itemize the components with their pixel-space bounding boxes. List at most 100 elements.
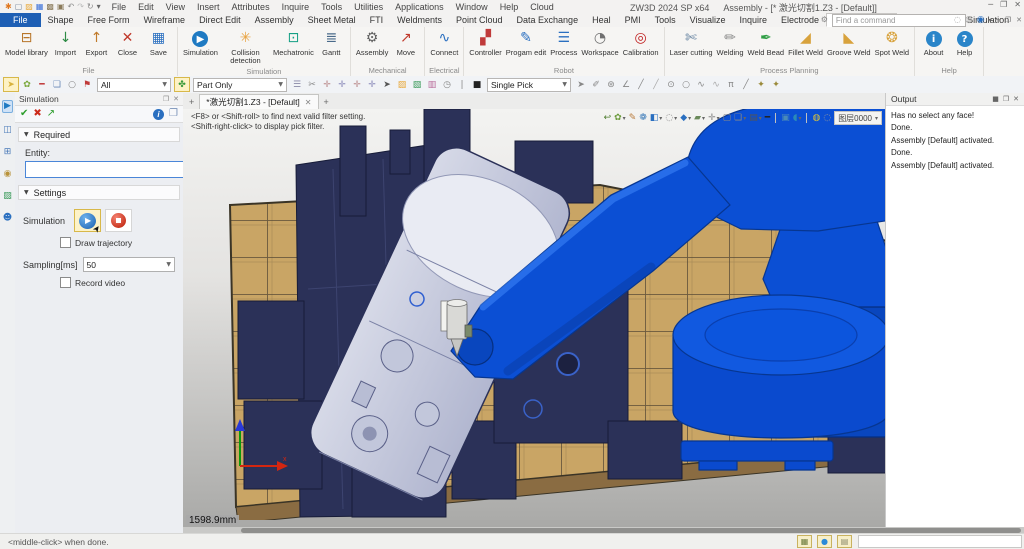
ribbon-tab-inquire[interactable]: Inquire — [732, 13, 774, 27]
new-tab-icon[interactable]: + — [322, 97, 331, 109]
ribbon-tab-heal[interactable]: Heal — [585, 13, 618, 27]
play-simulation-button[interactable]: ▶ ➤ — [74, 209, 101, 232]
ribbon-button-calibration[interactable]: ◎Calibration — [621, 28, 661, 57]
doc-icon[interactable]: ❐ — [169, 109, 178, 119]
ribbon-tab-file[interactable]: File — [0, 13, 41, 27]
ribbon-button-collision-detection[interactable]: ✳Collision detection — [220, 28, 271, 66]
menu-cloud[interactable]: Cloud — [524, 2, 560, 12]
ribbon-tab-pmi[interactable]: PMI — [618, 13, 648, 27]
ribbon-tab-point-cloud[interactable]: Point Cloud — [449, 13, 510, 27]
restore-icon[interactable]: ❐ — [1000, 1, 1007, 9]
menu-view[interactable]: View — [160, 2, 191, 12]
account-blue-icon[interactable]: ◉ — [977, 16, 985, 25]
dock-mechanism-icon[interactable]: ◫ — [3, 126, 12, 135]
leaf-alt-icon[interactable]: ✦ — [769, 78, 783, 91]
ribbon-tab-visualize[interactable]: Visualize — [683, 13, 733, 27]
ribbon-button-fillet-weld[interactable]: ◢Fillet Weld — [786, 28, 825, 57]
float-panel-icon[interactable]: ❐ — [1003, 96, 1009, 103]
brush-icon[interactable]: ✎ — [629, 114, 637, 123]
ribbon-button-weld-bead[interactable]: ✒Weld Bead — [746, 28, 787, 57]
pi-icon[interactable]: π — [724, 78, 738, 91]
wireframe-icon[interactable]: ◌▾ — [665, 114, 677, 123]
bulb-icon[interactable]: ◍ — [812, 114, 820, 123]
menu-applications[interactable]: Applications — [389, 2, 450, 12]
menu-window[interactable]: Window — [450, 2, 494, 12]
dock-user-icon[interactable]: ☻ — [3, 214, 12, 223]
visibility-icon[interactable]: ◖▾ — [793, 114, 802, 123]
panel-status-icon[interactable]: ▤ — [837, 535, 852, 548]
viewport-canvas[interactable]: x <F8> or <Shift-roll> to find next vali… — [183, 109, 886, 527]
required-section-header[interactable]: ▼ Required — [18, 127, 180, 142]
folder-yellow-icon[interactable]: ▨ — [395, 78, 409, 91]
grid-status-icon[interactable]: ▦ — [797, 535, 812, 548]
ribbon-button-mechatronic[interactable]: ⊡Mechatronic — [271, 28, 316, 57]
circle-center-icon[interactable]: ⊙ — [664, 78, 678, 91]
list-icon[interactable]: ☰ — [290, 78, 304, 91]
doc-minimize-icon[interactable]: ─ — [996, 17, 1000, 24]
curve-icon[interactable]: ∿ — [694, 78, 708, 91]
app-logo-icon[interactable]: ✱ — [5, 3, 12, 11]
circle-select-icon[interactable]: ○ — [65, 78, 79, 91]
datum-3-icon[interactable]: ✛ — [350, 78, 364, 91]
remove-icon[interactable]: ━ — [35, 78, 49, 91]
status-input-area[interactable] — [858, 535, 1022, 548]
lasso-icon[interactable]: ✐ — [589, 78, 603, 91]
ribbon-button-spot-weld[interactable]: ❂Spot Weld — [873, 28, 911, 57]
account-gray-icon[interactable]: ◍ — [965, 16, 973, 25]
datum-4-icon[interactable]: ✛ — [365, 78, 379, 91]
sampling-combo[interactable]: 50 ▼ — [83, 257, 175, 272]
ribbon-button-workspace[interactable]: ◔Workspace — [579, 28, 620, 57]
qa-dropdown-caret-icon[interactable]: ▾ — [97, 3, 101, 11]
slash-icon[interactable]: ╱ — [739, 78, 753, 91]
document-tab[interactable]: *激光切割1.Z3 - [Default] ✕ — [199, 94, 318, 109]
circle-icon[interactable]: ○ — [679, 78, 693, 91]
line-icon[interactable]: ╱ — [634, 78, 648, 91]
ribbon-button-welding[interactable]: ✏Welding — [715, 28, 746, 57]
clock-icon[interactable]: ◷ — [440, 78, 454, 91]
refresh-icon[interactable]: ↻ — [87, 3, 94, 11]
ribbon-button-model-library[interactable]: ⊟Model library — [3, 28, 50, 57]
ribbon-button-progam-edit[interactable]: ✎Progam edit — [504, 28, 548, 57]
menu-file[interactable]: File — [106, 2, 133, 12]
ribbon-button-controller[interactable]: ▞Controller — [467, 28, 504, 57]
view-cube-icon[interactable]: ◆▾ — [680, 114, 691, 123]
minus-icon[interactable]: ━ — [765, 114, 770, 123]
ribbon-button-export[interactable]: ↑Export — [81, 28, 112, 57]
redo-icon[interactable]: ↷ — [77, 3, 84, 11]
menu-attributes[interactable]: Attributes — [226, 2, 276, 12]
frame-icon[interactable]: ❏ — [50, 78, 64, 91]
ribbon-tab-tools[interactable]: Tools — [648, 13, 683, 27]
leaf-icon[interactable]: ✦ — [754, 78, 768, 91]
angle-icon[interactable]: ∠ — [619, 78, 633, 91]
open-file-icon[interactable]: ▨ — [25, 3, 33, 11]
ribbon-button-move[interactable]: ↗Move — [390, 28, 421, 57]
record-video-checkbox[interactable] — [60, 277, 71, 288]
draw-trajectory-checkbox[interactable] — [60, 237, 71, 248]
image-icon[interactable]: ▥ — [425, 78, 439, 91]
close-tab-icon[interactable]: ✕ — [305, 98, 312, 107]
dock-camera-icon[interactable]: ◉ — [4, 170, 12, 179]
dock-simulation-icon[interactable]: ▶ — [2, 100, 13, 113]
ribbon-tab-direct-edit[interactable]: Direct Edit — [192, 13, 248, 27]
ribbon-tab-shape[interactable]: Shape — [41, 13, 81, 27]
print-icon[interactable]: ▣ — [57, 3, 65, 11]
menu-utilities[interactable]: Utilities — [348, 2, 389, 12]
output-panel-header[interactable]: Output ■❐✕ — [886, 93, 1024, 106]
ribbon-tab-assembly[interactable]: Assembly — [248, 13, 301, 27]
pin-icon[interactable]: ➤ — [380, 78, 394, 91]
search-icon[interactable]: ◌ — [954, 16, 961, 24]
ribbon-tab-fti[interactable]: FTI — [363, 13, 391, 27]
doc-restore-icon[interactable]: ❐ — [1005, 17, 1011, 24]
stack-icon[interactable]: ▤▾ — [749, 114, 762, 123]
layer-circle-icon[interactable]: ◌ — [823, 114, 831, 123]
ribbon-button-import[interactable]: ↓Import — [50, 28, 81, 57]
snip-icon[interactable]: ✂ — [305, 78, 319, 91]
ribbon-button-connect[interactable]: ∿Connect — [428, 28, 460, 57]
minimize-icon[interactable]: ─ — [988, 1, 993, 9]
filter-plant-icon[interactable]: ✿ — [20, 78, 34, 91]
float-view-icon[interactable]: ▢ — [723, 114, 732, 123]
layout-icon[interactable]: ❏▾ — [734, 114, 746, 123]
menu-tools[interactable]: Tools — [315, 2, 348, 12]
target-icon[interactable]: ⊛ — [604, 78, 618, 91]
settings-section-header[interactable]: ▼ Settings — [18, 185, 180, 200]
